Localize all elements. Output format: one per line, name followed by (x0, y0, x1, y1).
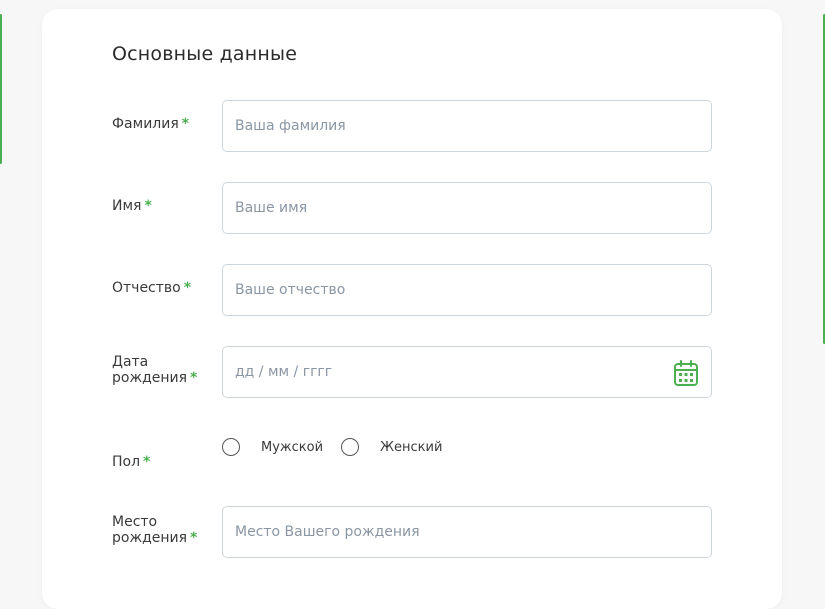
birth-date-label-line2: рождения (112, 370, 188, 386)
birth-date-label-line1: Дата (112, 354, 149, 370)
birth-date-field (222, 346, 712, 398)
basic-data-card: Основные данные Фамилия* Имя* Отчество* … (42, 9, 782, 609)
last-name-label: Фамилия * (112, 116, 217, 132)
gender-option-female[interactable]: Женский (341, 438, 442, 456)
gender-option-male[interactable]: Мужской (222, 438, 323, 456)
gender-radio-group: Мужской Женский (222, 436, 460, 458)
gender-label: Пол * (112, 454, 217, 470)
gender-option-male-label: Мужской (261, 439, 324, 455)
birth-place-input[interactable] (222, 506, 712, 558)
patronymic-label: Отчество * (112, 280, 217, 296)
first-name-input[interactable] (222, 182, 712, 234)
birth-date-label: Дата рождения * (112, 354, 217, 386)
required-mark: * (190, 530, 198, 546)
left-accent-bar (0, 14, 2, 164)
gender-option-female-label: Женский (380, 439, 443, 455)
patronymic-input[interactable] (222, 264, 712, 316)
required-mark: * (143, 454, 151, 470)
radio-button-female[interactable] (341, 438, 360, 456)
required-mark: * (190, 370, 198, 386)
last-name-input[interactable] (222, 100, 712, 152)
calendar-icon[interactable] (673, 359, 699, 387)
birth-place-label: Место рождения * (112, 514, 217, 546)
first-name-label: Имя * (112, 198, 217, 214)
radio-button-male[interactable] (222, 438, 240, 456)
section-title: Основные данные (112, 43, 298, 65)
required-mark: * (144, 198, 152, 214)
birth-place-label-line1: Место (112, 514, 158, 530)
patronymic-label-text: Отчество (112, 280, 181, 296)
required-mark: * (181, 116, 190, 132)
last-name-label-text: Фамилия (112, 116, 179, 132)
first-name-label-text: Имя (112, 198, 142, 214)
gender-label-text: Пол (112, 454, 141, 470)
required-mark: * (183, 280, 192, 296)
birth-place-label-line2: рождения (112, 530, 188, 546)
birth-date-input[interactable] (222, 346, 712, 398)
